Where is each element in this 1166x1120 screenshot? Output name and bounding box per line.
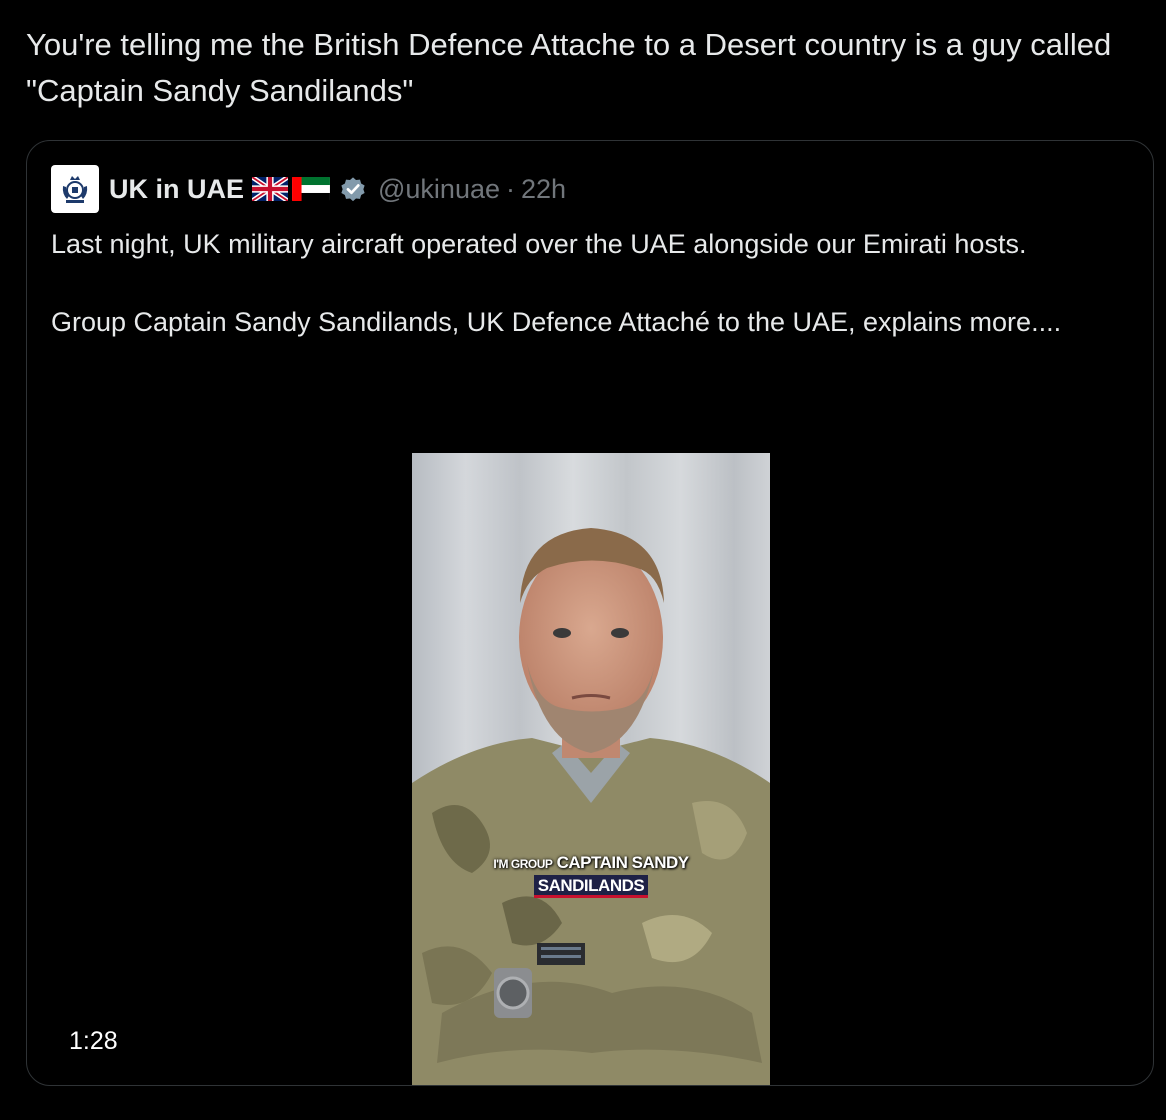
caption-prefix: I'M GROUP <box>493 857 553 871</box>
flag-emojis <box>252 177 330 201</box>
video-caption: I'M GROUP CAPTAIN SANDY SANDILANDS <box>412 853 770 898</box>
separator: · <box>506 173 515 204</box>
tweet-text: You're telling me the British Defence At… <box>26 27 1112 108</box>
verified-badge-icon <box>338 174 368 204</box>
video-duration: 1:28 <box>69 1027 118 1055</box>
uae-flag-icon <box>292 177 330 201</box>
display-name[interactable]: UK in UAE <box>109 174 244 205</box>
caption-line-2: SANDILANDS <box>533 875 649 898</box>
quoted-tweet-card[interactable]: UK in UAE @ukinuae · 22h Last night, UK … <box>26 140 1154 1086</box>
avatar[interactable] <box>51 165 99 213</box>
quoted-tweet-header: UK in UAE @ukinuae · 22h <box>51 165 566 213</box>
royal-crest-icon <box>62 176 88 203</box>
handle[interactable]: @ukinuae <box>378 174 500 204</box>
video-player[interactable]: I'M GROUP CAPTAIN SANDY SANDILANDS <box>412 453 770 1085</box>
timestamp[interactable]: 22h <box>521 174 566 204</box>
handle-and-time: @ukinuae · 22h <box>378 174 566 205</box>
quoted-paragraph-1: Last night, UK military aircraft operate… <box>51 229 1027 259</box>
uk-flag-icon <box>252 177 288 201</box>
video-thumbnail <box>412 453 770 1085</box>
caption-line-1: I'M GROUP CAPTAIN SANDY <box>412 853 770 873</box>
quoted-tweet-text: Last night, UK military aircraft operate… <box>51 225 1121 342</box>
caption-highlight: CAPTAIN SANDY <box>556 853 690 872</box>
quoted-paragraph-2: Group Captain Sandy Sandilands, UK Defen… <box>51 307 1062 337</box>
